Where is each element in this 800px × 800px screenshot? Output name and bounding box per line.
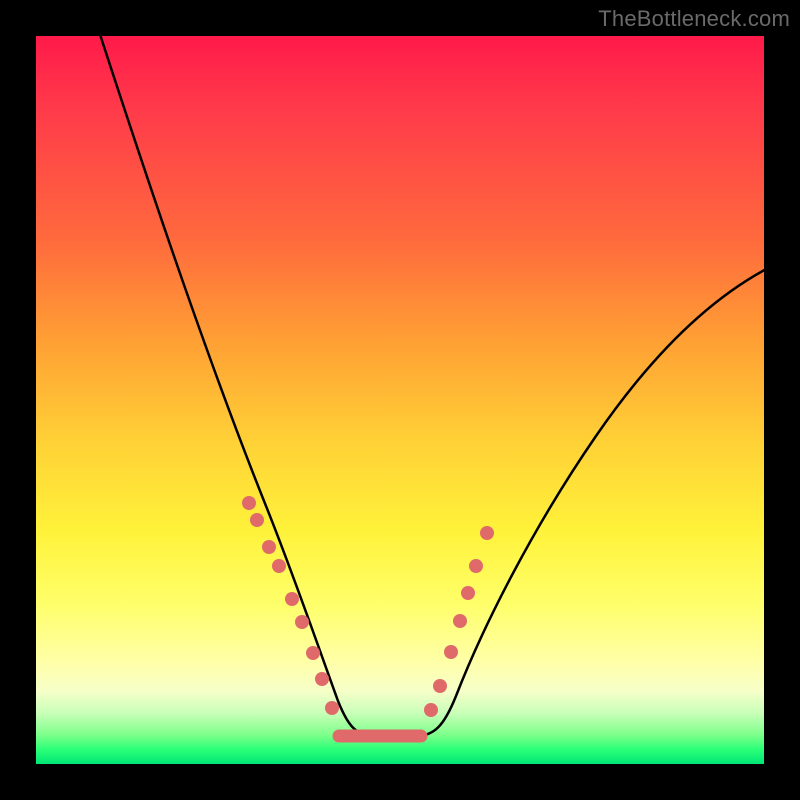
marker-dot xyxy=(424,703,438,717)
bottleneck-chart xyxy=(36,36,764,764)
marker-dot xyxy=(272,559,286,573)
marker-dot xyxy=(295,615,309,629)
marker-dot xyxy=(444,645,458,659)
plot-area xyxy=(36,36,764,764)
marker-dot xyxy=(306,646,320,660)
marker-dot xyxy=(325,701,339,715)
bottleneck-curve-path xyxy=(94,16,776,736)
marker-dot xyxy=(242,496,256,510)
outer-frame: TheBottleneck.com xyxy=(0,0,800,800)
marker-dot xyxy=(469,559,483,573)
marker-dot xyxy=(433,679,447,693)
marker-dot xyxy=(480,526,494,540)
marker-dot xyxy=(315,672,329,686)
marker-dot xyxy=(285,592,299,606)
marker-dot xyxy=(250,513,264,527)
marker-dot xyxy=(262,540,276,554)
marker-dot xyxy=(453,614,467,628)
marker-dot xyxy=(461,586,475,600)
watermark-text: TheBottleneck.com xyxy=(598,6,790,32)
